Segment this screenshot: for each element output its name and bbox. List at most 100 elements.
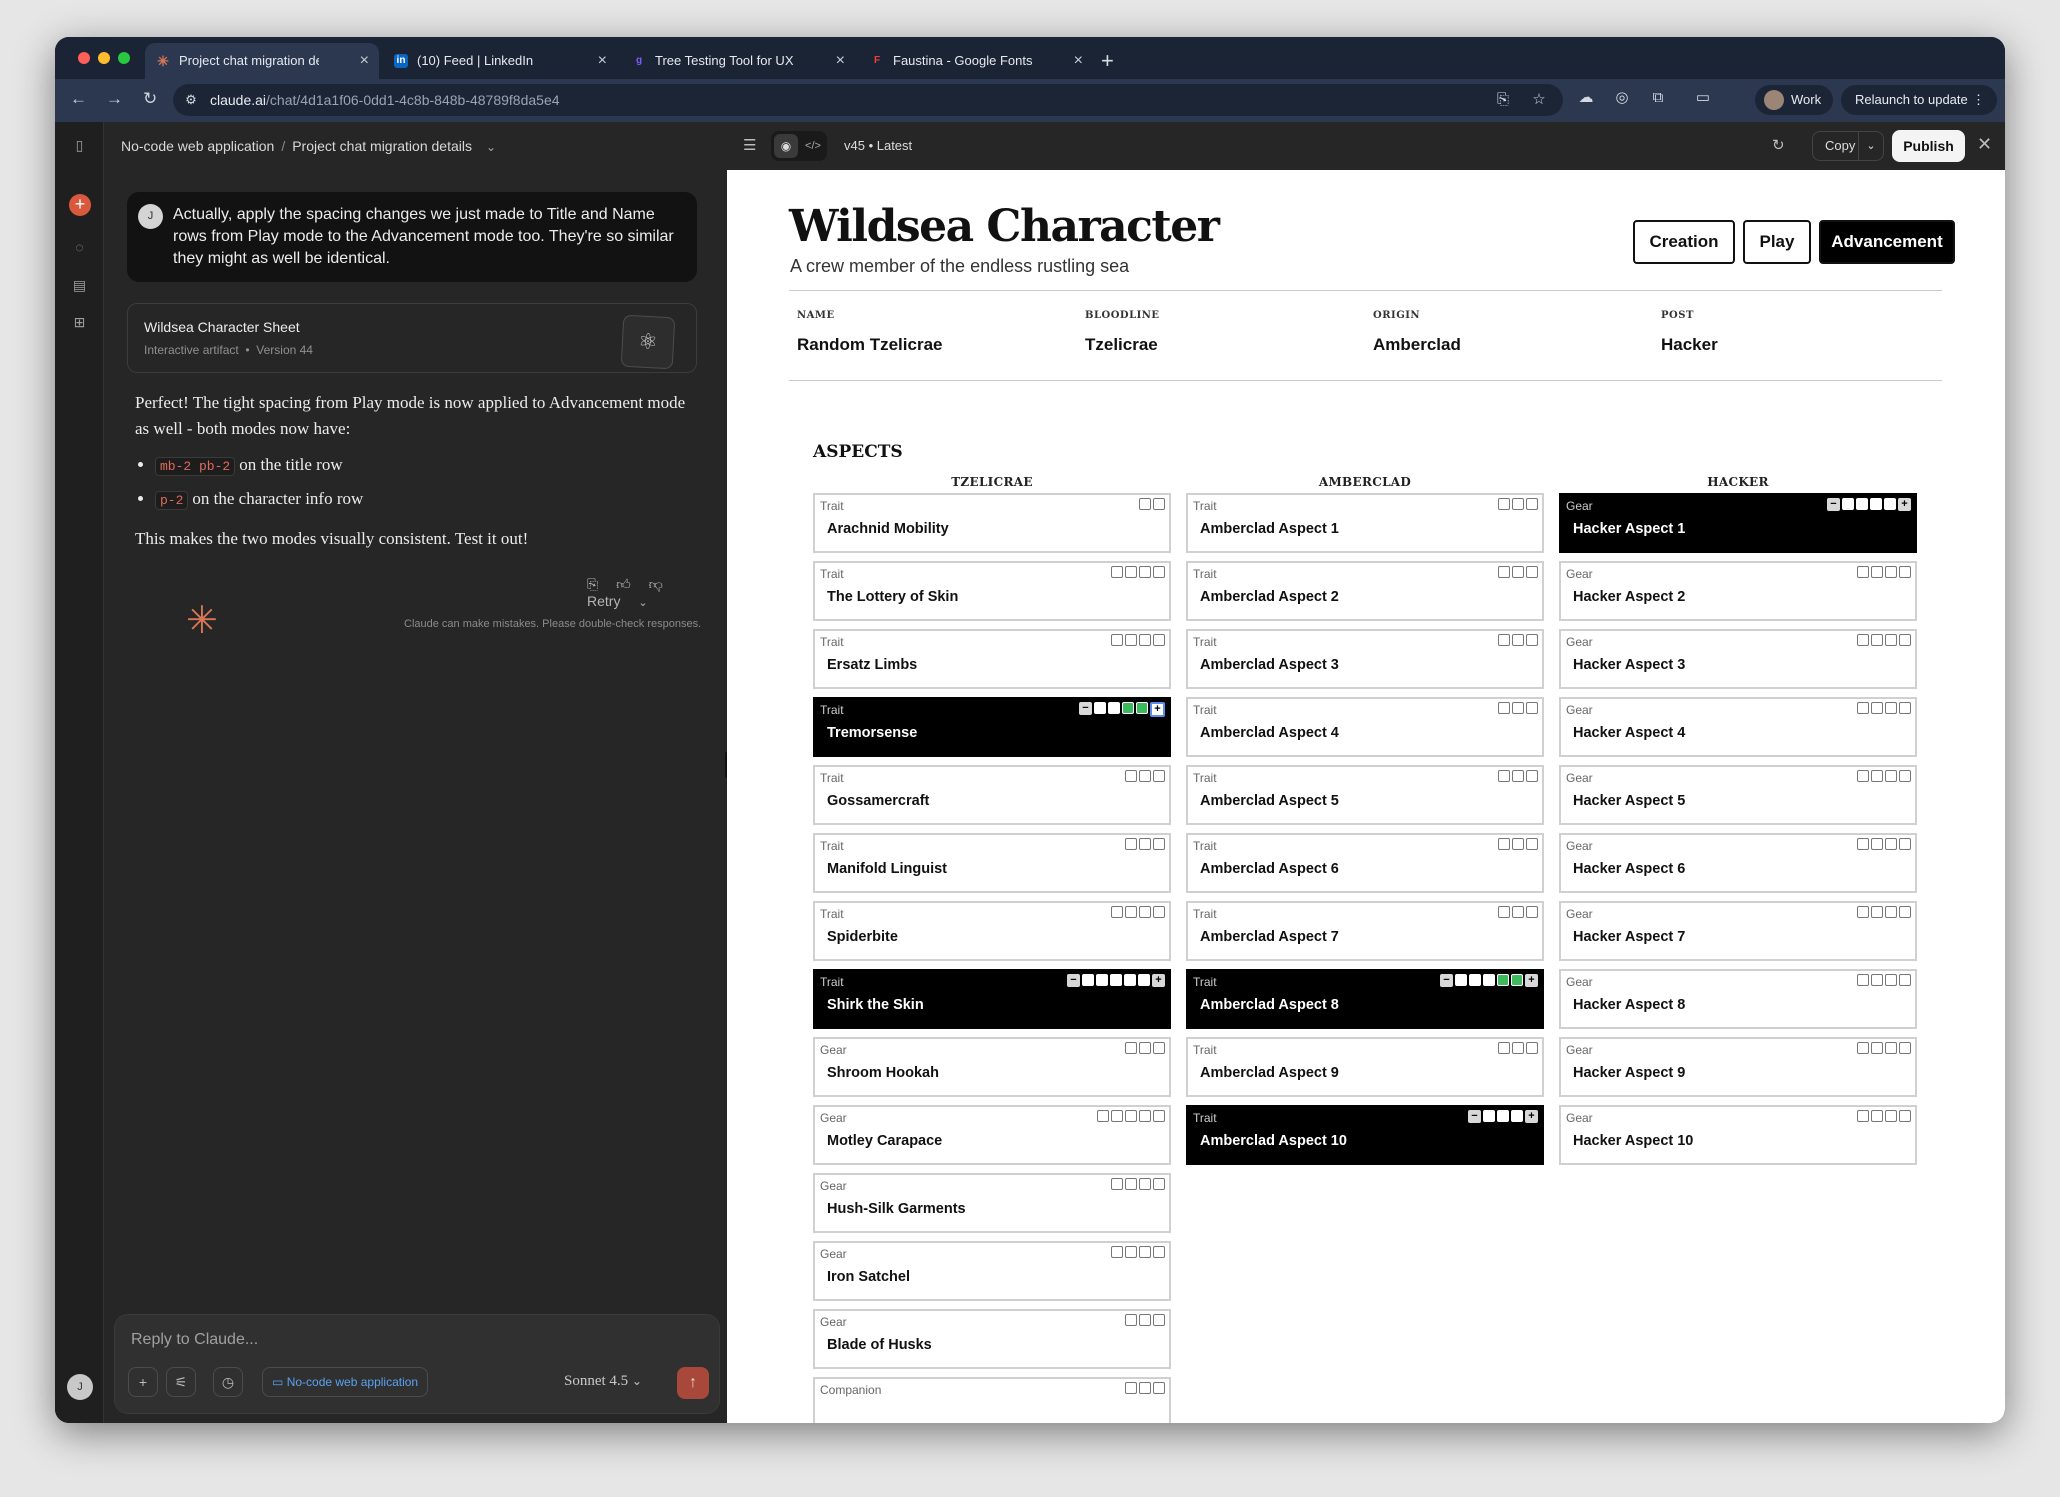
close-preview-icon[interactable]: ✕ <box>1977 134 1992 155</box>
track-box[interactable] <box>1139 566 1151 578</box>
aspect-card[interactable]: Trait Amberclad Aspect 2 <box>1186 561 1544 621</box>
mode-advancement-button[interactable]: Advancement <box>1819 220 1955 264</box>
track-box[interactable] <box>1871 634 1883 646</box>
aspect-card[interactable]: Gear Hacker Aspect 2 <box>1559 561 1917 621</box>
track-box[interactable] <box>1899 974 1911 986</box>
track-box[interactable] <box>1483 974 1495 986</box>
aspect-card[interactable]: Trait Amberclad Aspect 8− + <box>1186 969 1544 1029</box>
history-button[interactable]: ◷ <box>213 1367 243 1397</box>
track-box[interactable] <box>1111 634 1123 646</box>
track-box[interactable] <box>1125 770 1137 782</box>
aspect-card[interactable]: Trait Tremorsense − + <box>813 697 1171 757</box>
track-box[interactable] <box>1153 1314 1165 1326</box>
breadcrumb-chat-title[interactable]: Project chat migration details <box>292 138 472 154</box>
track-box[interactable] <box>1899 566 1911 578</box>
aspect-card[interactable]: Trait Amberclad Aspect 6 <box>1186 833 1544 893</box>
bookmark-star-icon[interactable]: ☆ <box>1528 89 1550 111</box>
track-box[interactable] <box>1108 702 1120 714</box>
copy-icon[interactable]: ⎘ <box>587 576 598 592</box>
close-window-button[interactable] <box>78 52 90 64</box>
track-box[interactable] <box>1139 1382 1151 1394</box>
track-box[interactable] <box>1871 838 1883 850</box>
projects-icon[interactable]: ▤ <box>70 276 89 295</box>
track-box[interactable] <box>1512 566 1524 578</box>
track-box[interactable] <box>1899 906 1911 918</box>
track-box[interactable] <box>1885 1042 1897 1054</box>
track-box[interactable] <box>1139 1178 1151 1190</box>
aspect-card[interactable]: Gear Hacker Aspect 3 <box>1559 629 1917 689</box>
track-box[interactable] <box>1498 1042 1510 1054</box>
address-bar[interactable]: ⚙ claude.ai/chat/4d1a1f06-0dd1-4c8b-848b… <box>173 84 1563 116</box>
new-tab-button[interactable]: + <box>1101 43 1114 79</box>
track-box[interactable] <box>1899 1042 1911 1054</box>
track-box[interactable] <box>1111 566 1123 578</box>
tab-linkedin[interactable]: in (10) Feed | LinkedIn × <box>383 43 617 79</box>
publish-button[interactable]: Publish <box>1892 130 1965 162</box>
close-tab-icon[interactable]: × <box>836 43 845 79</box>
track-box[interactable] <box>1139 1042 1151 1054</box>
track-box[interactable] <box>1871 566 1883 578</box>
track-box[interactable] <box>1857 702 1869 714</box>
close-tab-icon[interactable]: × <box>1074 43 1083 79</box>
track-box[interactable] <box>1899 1110 1911 1122</box>
track-box[interactable] <box>1153 1382 1165 1394</box>
decrease-track-button[interactable]: − <box>1440 974 1453 987</box>
track-box[interactable] <box>1094 702 1106 714</box>
forward-icon[interactable]: → <box>106 89 123 109</box>
track-box[interactable] <box>1111 1110 1123 1122</box>
artifacts-icon[interactable]: ⊞ <box>70 313 89 332</box>
track-box[interactable] <box>1857 974 1869 986</box>
track-box[interactable] <box>1153 1042 1165 1054</box>
thumbs-down-icon[interactable]: 👎︎ <box>649 576 663 592</box>
reload-icon[interactable]: ↻ <box>143 89 157 109</box>
track-box[interactable] <box>1139 634 1151 646</box>
aspect-card[interactable]: Companion <box>813 1377 1171 1423</box>
breadcrumb-project[interactable]: No-code web application <box>121 138 274 154</box>
track-box[interactable] <box>1497 1110 1509 1122</box>
track-box[interactable] <box>1842 498 1854 510</box>
extension-globe-icon[interactable]: ◎ <box>1611 87 1633 109</box>
aspect-card[interactable]: Gear Iron Satchel <box>813 1241 1171 1301</box>
user-avatar[interactable]: J <box>67 1374 93 1400</box>
track-box[interactable] <box>1097 1110 1109 1122</box>
track-box[interactable] <box>1885 634 1897 646</box>
track-box[interactable] <box>1139 838 1151 850</box>
url-text[interactable]: claude.ai/chat/4d1a1f06-0dd1-4c8b-848b-4… <box>210 84 560 116</box>
track-box[interactable] <box>1526 498 1538 510</box>
track-box[interactable] <box>1483 1110 1495 1122</box>
track-box[interactable] <box>1885 974 1897 986</box>
tab-google-fonts[interactable]: F Faustina - Google Fonts × <box>859 43 1093 79</box>
track-box[interactable] <box>1512 498 1524 510</box>
aspect-card[interactable]: Trait Amberclad Aspect 4 <box>1186 697 1544 757</box>
increase-track-button[interactable]: + <box>1898 498 1911 511</box>
track-box[interactable] <box>1139 1110 1151 1122</box>
track-box[interactable] <box>1526 1042 1538 1054</box>
track-box[interactable] <box>1498 498 1510 510</box>
track-box[interactable] <box>1512 702 1524 714</box>
install-app-icon[interactable]: ⎘ <box>1492 89 1514 111</box>
aspect-card[interactable]: Trait Amberclad Aspect 3 <box>1186 629 1544 689</box>
track-box[interactable] <box>1512 770 1524 782</box>
track-box[interactable] <box>1512 906 1524 918</box>
track-box[interactable] <box>1125 1178 1137 1190</box>
track-box[interactable] <box>1138 974 1150 986</box>
track-box[interactable] <box>1856 498 1868 510</box>
toggle-sidebar-icon[interactable]: ▯ <box>70 136 89 155</box>
aspect-card[interactable]: Gear Hacker Aspect 8 <box>1559 969 1917 1029</box>
aspect-card[interactable]: Trait Manifold Linguist <box>813 833 1171 893</box>
track-box[interactable] <box>1498 566 1510 578</box>
track-box[interactable] <box>1124 974 1136 986</box>
decrease-track-button[interactable]: − <box>1067 974 1080 987</box>
version-label[interactable]: v45 • Latest <box>844 138 912 153</box>
track-box[interactable] <box>1497 974 1509 986</box>
track-box[interactable] <box>1111 1178 1123 1190</box>
mode-play-button[interactable]: Play <box>1743 220 1811 264</box>
track-box[interactable] <box>1139 1246 1151 1258</box>
track-box[interactable] <box>1885 1110 1897 1122</box>
project-chip[interactable]: ▭ No-code web application <box>262 1367 429 1397</box>
aspect-card[interactable]: Trait Shirk the Skin − + <box>813 969 1171 1029</box>
aspect-card[interactable]: Trait Amberclad Aspect 1 <box>1186 493 1544 553</box>
track-box[interactable] <box>1125 1042 1137 1054</box>
track-box[interactable] <box>1526 634 1538 646</box>
track-box[interactable] <box>1871 770 1883 782</box>
